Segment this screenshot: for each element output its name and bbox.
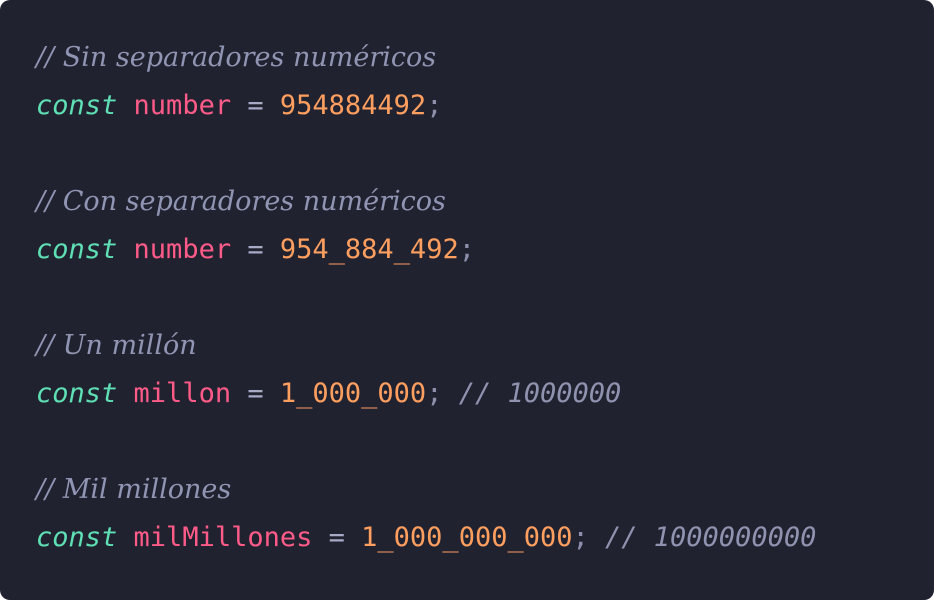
keyword-const: const [36,522,118,553]
semicolon: ; [458,234,475,265]
semicolon: ; [572,522,589,553]
variable-name: number [133,90,232,121]
keyword-const: const [36,234,118,265]
variable-name: millon [133,378,232,409]
numeric-literal: 1_000_000 [279,378,427,409]
code-line-comment: // Mil millones [36,466,898,514]
code-comment: // Con separadores numéricos [36,186,446,217]
code-line-statement: const milMillones = 1_000_000_000; // 10… [36,514,898,562]
keyword-const: const [36,378,118,409]
assignment-operator: = [247,90,264,121]
assignment-operator: = [247,378,264,409]
numeric-literal: 1_000_000_000 [361,522,573,553]
numeric-literal: 954884492 [279,90,427,121]
variable-name: milMillones [133,522,313,553]
code-comment: // Sin separadores numéricos [36,42,437,73]
numeric-literal: 954_884_492 [279,234,459,265]
code-line-statement: const millon = 1_000_000; // 1000000 [36,370,898,418]
code-line-comment: // Un millón [36,322,898,370]
code-line-statement: const number = 954884492; [36,82,898,130]
code-editor-panel: // Sin separadores numéricos const numbe… [0,0,934,600]
semicolon: ; [426,90,443,121]
keyword-const: const [36,90,118,121]
trailing-comment: // 1000000000 [605,522,817,553]
assignment-operator: = [247,234,264,265]
trailing-comment: // 1000000 [458,378,622,409]
variable-name: number [133,234,232,265]
code-comment: // Un millón [36,330,197,361]
code-comment: // Mil millones [36,474,232,505]
code-line-comment: // Sin separadores numéricos [36,34,898,82]
semicolon: ; [426,378,443,409]
assignment-operator: = [328,522,345,553]
code-line-statement: const number = 954_884_492; [36,226,898,274]
code-line-comment: // Con separadores numéricos [36,178,898,226]
